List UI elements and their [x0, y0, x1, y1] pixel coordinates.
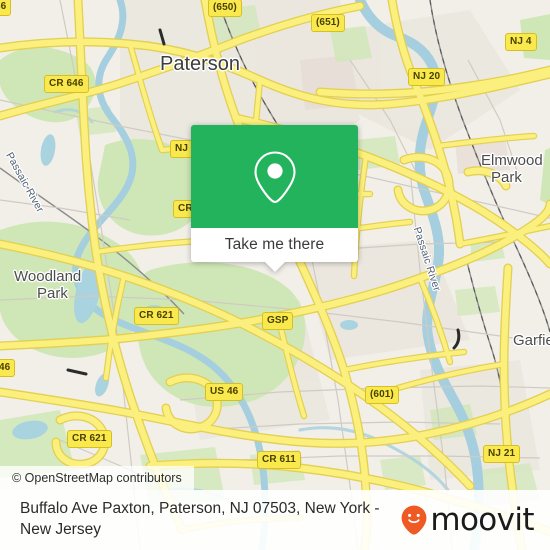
place-label-woodland: Woodland: [14, 268, 82, 285]
road-shield-us46[interactable]: US 46: [205, 383, 244, 401]
road-shield-601[interactable]: (601): [365, 386, 399, 404]
road-shield-46-edge[interactable]: 46: [0, 359, 16, 377]
road-shield-nj4[interactable]: NJ 4: [505, 33, 537, 51]
place-label-garfield: Garfie: [513, 332, 550, 349]
road-shield-cr621-upper[interactable]: CR 621: [134, 307, 179, 325]
road-shield-nj20[interactable]: NJ 20: [408, 68, 446, 86]
callout-icon-panel: [191, 125, 358, 228]
callout-tail-pointer: [263, 261, 286, 272]
road-shield-gsp[interactable]: GSP: [262, 312, 294, 330]
map-pin-icon: [253, 150, 296, 203]
road-shield-cr646[interactable]: CR 646: [44, 75, 89, 93]
location-title: Buffalo Ave Paxton, Paterson, NJ 07503, …: [20, 500, 380, 538]
osm-attribution[interactable]: © OpenStreetMap contributors: [0, 466, 194, 490]
moovit-wordmark: moovit: [430, 501, 534, 538]
road-shield-66-edge[interactable]: 66: [0, 0, 12, 16]
callout-action-panel[interactable]: Take me there: [191, 228, 358, 272]
place-label-elmwood: Elmwood: [481, 152, 543, 169]
place-label-woodland-park: Park: [37, 285, 68, 302]
moovit-logo[interactable]: moovit: [401, 501, 535, 538]
road-shield-cr611[interactable]: CR 611: [257, 451, 301, 469]
road-shield-650[interactable]: (650): [208, 0, 242, 17]
place-label-elmwood-park: Park: [491, 169, 522, 186]
map-screenshot: Paterson Elmwood Park Woodland Park Garf…: [0, 0, 550, 550]
road-shield-nj21[interactable]: NJ 21: [483, 445, 521, 463]
moovit-smiley-pin-icon: [401, 505, 427, 535]
road-shield-651[interactable]: (651): [311, 14, 345, 32]
map-callout-card[interactable]: Take me there: [191, 125, 358, 272]
place-label-paterson: Paterson: [160, 53, 241, 75]
footer-bar: Buffalo Ave Paxton, Paterson, NJ 07503, …: [0, 490, 550, 550]
take-me-there-label: Take me there: [224, 236, 325, 253]
road-shield-nj-behind-callout[interactable]: NJ: [170, 140, 193, 158]
road-shield-cr621-lower[interactable]: CR 621: [67, 430, 112, 448]
